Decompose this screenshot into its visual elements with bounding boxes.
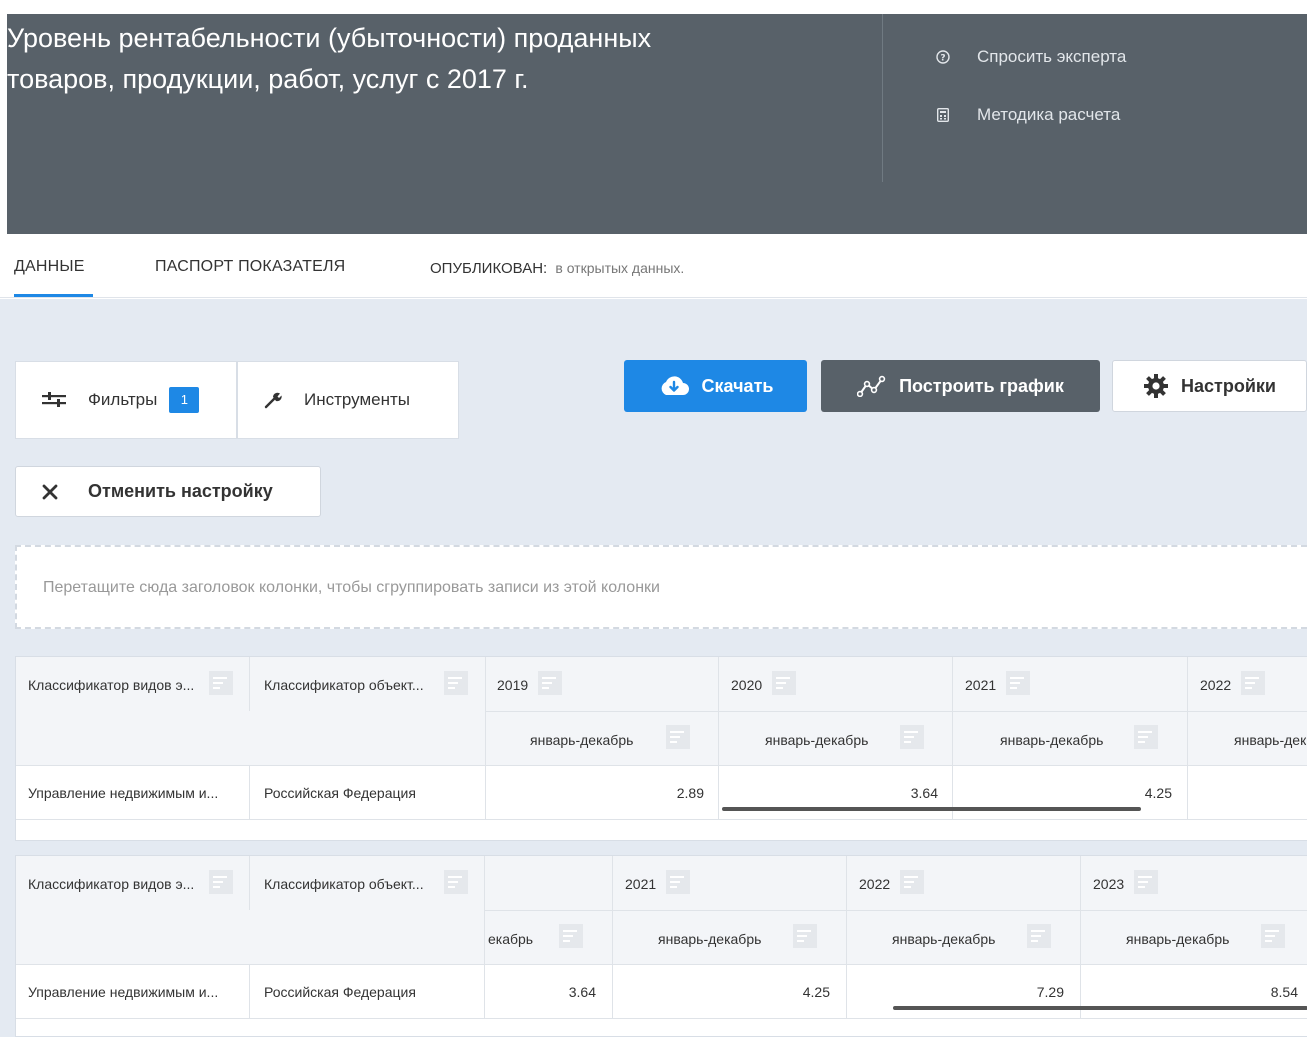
column-header-period[interactable]: январь-декабрь [658, 931, 761, 947]
ask-expert-link[interactable]: ? Спросить эксперта [935, 47, 1126, 67]
tools-button[interactable]: Инструменты [237, 361, 459, 439]
gear-icon [1143, 373, 1169, 399]
column-header-object-classifier[interactable]: Классификатор объект... [264, 677, 424, 693]
cloud-download-icon [658, 375, 690, 397]
column-menu-icon[interactable] [1241, 671, 1265, 695]
column-header-period[interactable]: январь-декабрь [1000, 732, 1103, 748]
active-tab-indicator [14, 294, 93, 297]
group-dropzone-hint: Перетащите сюда заголовок колонки, чтобы… [43, 579, 660, 596]
column-menu-icon[interactable] [444, 870, 468, 894]
column-header-period[interactable]: январь-декабрь [530, 732, 633, 748]
horizontal-scrollbar[interactable] [722, 807, 1141, 811]
data-grid-2: Классификатор видов э... Классификатор о… [15, 855, 1307, 1037]
column-menu-icon[interactable] [666, 870, 690, 894]
row-object-value: Российская Федерация [264, 785, 416, 801]
row-value-cell: 2.89 [676, 785, 704, 801]
row-value-cell: 7.29 [1036, 984, 1064, 1000]
column-menu-icon[interactable] [209, 671, 233, 695]
method-label: Методика расчета [977, 105, 1121, 124]
column-header-period[interactable]: январь-декабрь [765, 732, 868, 748]
filters-button[interactable]: Фильтры 1 [15, 361, 237, 439]
calculator-icon [935, 107, 951, 123]
column-menu-icon[interactable] [772, 671, 796, 695]
tab-data[interactable]: ДАННЫЕ [14, 258, 85, 276]
column-menu-icon[interactable] [666, 725, 690, 749]
row-value-cell: 3.64 [568, 984, 596, 1000]
column-menu-icon[interactable] [559, 924, 583, 948]
build-chart-button[interactable]: Построить график [821, 360, 1100, 412]
method-link[interactable]: Методика расчета [935, 105, 1120, 125]
download-button[interactable]: Скачать [624, 360, 807, 412]
column-header-period[interactable]: январь-декабрь [1126, 931, 1229, 947]
tools-label: Инструменты [304, 390, 411, 409]
column-menu-icon[interactable] [538, 671, 562, 695]
page-header: Уровень рентабельности (убыточности) про… [7, 14, 1307, 234]
data-grid-1: Классификатор видов э... Классификатор о… [15, 656, 1307, 841]
column-menu-icon[interactable] [444, 671, 468, 695]
build-chart-label: Построить график [899, 375, 1064, 396]
row-object-value: Российская Федерация [264, 984, 416, 1000]
row-value-cell: 8.54 [1270, 984, 1298, 1000]
page-title-line-2: товаров, продукции, работ, услуг с 2017 … [7, 64, 529, 94]
settings-button[interactable]: Настройки [1112, 360, 1307, 412]
question-circle-icon: ? [935, 49, 951, 65]
column-header-year[interactable]: 2020 [731, 677, 762, 693]
row-activity-value: Управление недвижимым и... [28, 785, 219, 801]
column-header-activity-classifier[interactable]: Классификатор видов э... [28, 677, 194, 693]
column-menu-icon[interactable] [793, 924, 817, 948]
row-activity-value: Управление недвижимым и... [28, 984, 219, 1000]
column-menu-icon[interactable] [900, 870, 924, 894]
filters-label: Фильтры [88, 390, 158, 409]
published-status: ОПУБЛИКОВАН: в открытых данных. [430, 260, 684, 277]
close-icon [42, 484, 58, 500]
header-divider [882, 14, 883, 182]
group-dropzone[interactable]: Перетащите сюда заголовок колонки, чтобы… [15, 545, 1307, 629]
horizontal-scrollbar[interactable] [893, 1006, 1307, 1010]
column-header-year[interactable]: 2021 [965, 677, 996, 693]
column-header-period[interactable]: екабрь [488, 931, 533, 947]
page-title: Уровень рентабельности (убыточности) про… [7, 14, 867, 100]
row-value-cell: 4.25 [802, 984, 830, 1000]
ask-expert-label: Спросить эксперта [977, 47, 1127, 66]
row-value-cell: 4.25 [1144, 785, 1172, 801]
column-menu-icon[interactable] [1261, 924, 1285, 948]
column-header-year[interactable]: 2022 [859, 876, 890, 892]
tab-bar: ДАННЫЕ ПАСПОРТ ПОКАЗАТЕЛЯ ОПУБЛИКОВАН: в… [0, 234, 1307, 298]
column-menu-icon[interactable] [1027, 924, 1051, 948]
wrench-icon [264, 391, 282, 409]
settings-label: Настройки [1181, 375, 1276, 396]
column-header-activity-classifier[interactable]: Классификатор видов э... [28, 876, 194, 892]
column-menu-icon[interactable] [900, 725, 924, 749]
column-header-year[interactable]: 2021 [625, 876, 656, 892]
page-title-line-1: Уровень рентабельности (убыточности) про… [7, 23, 652, 53]
reset-settings-button[interactable]: Отменить настройку [15, 466, 321, 517]
sliders-icon [42, 391, 66, 409]
column-menu-icon[interactable] [209, 870, 233, 894]
column-header-object-classifier[interactable]: Классификатор объект... [264, 876, 424, 892]
column-header-period[interactable]: январь-дек [1234, 732, 1306, 748]
line-chart-icon [857, 375, 887, 397]
filters-count-badge: 1 [169, 387, 200, 413]
download-label: Скачать [701, 375, 774, 396]
column-header-period[interactable]: январь-декабрь [892, 931, 995, 947]
published-label: ОПУБЛИКОВАН: [430, 260, 548, 277]
column-menu-icon[interactable] [1134, 870, 1158, 894]
column-menu-icon[interactable] [1006, 671, 1030, 695]
work-area: Фильтры 1 Инструменты Скачать Построить … [0, 299, 1307, 1037]
column-header-year[interactable]: 2022 [1200, 677, 1231, 693]
published-value: в открытых данных. [555, 260, 685, 276]
tab-passport[interactable]: ПАСПОРТ ПОКАЗАТЕЛЯ [155, 258, 345, 276]
reset-settings-label: Отменить настройку [88, 481, 273, 501]
row-value-cell: 3.64 [910, 785, 938, 801]
column-menu-icon[interactable] [1134, 725, 1158, 749]
svg-text:?: ? [940, 54, 945, 64]
column-header-year[interactable]: 2023 [1093, 876, 1124, 892]
column-header-year[interactable]: 2019 [497, 677, 528, 693]
